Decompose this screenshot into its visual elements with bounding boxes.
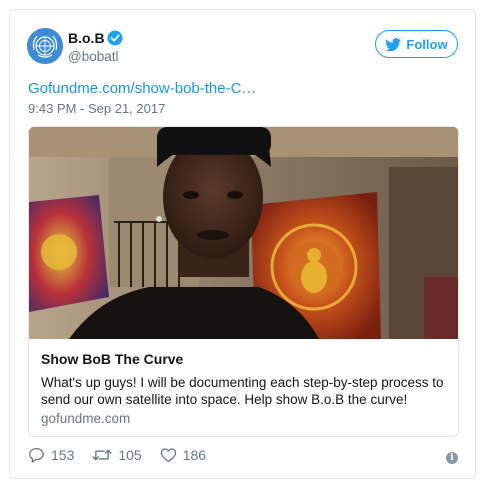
card-image bbox=[29, 127, 458, 339]
card-domain: gofundme.com bbox=[41, 411, 131, 426]
card-description: What's up guys! I will be documenting ea… bbox=[41, 375, 444, 407]
info-icon[interactable]: i bbox=[446, 452, 458, 464]
tweet-link[interactable]: Gofundme.com/show-bob-the-C… bbox=[28, 80, 256, 97]
un-emblem-avatar bbox=[27, 28, 63, 64]
twitter-bird-icon bbox=[385, 37, 401, 51]
author-handle[interactable]: @bobatl bbox=[68, 49, 119, 64]
link-preview-card[interactable]: Show BoB The Curve What's up guys! I wil… bbox=[28, 126, 459, 437]
avatar[interactable] bbox=[27, 28, 63, 64]
retweet-count: 105 bbox=[118, 447, 142, 463]
tweet-actions: 153 105 186 bbox=[28, 447, 224, 463]
like-button[interactable]: 186 bbox=[160, 447, 206, 463]
follow-label: Follow bbox=[406, 36, 448, 52]
tweet-card: B.o.B @bobatl Follow Gofundme.com/show-b… bbox=[9, 9, 476, 479]
author-name[interactable]: B.o.B bbox=[68, 30, 105, 46]
card-title: Show BoB The Curve bbox=[41, 351, 184, 367]
tweet-timestamp[interactable]: 9:43 PM - Sep 21, 2017 bbox=[28, 101, 165, 116]
like-count: 186 bbox=[182, 447, 207, 463]
reply-button[interactable]: 153 bbox=[28, 447, 74, 463]
retweet-icon bbox=[92, 449, 112, 461]
retweet-button[interactable]: 105 bbox=[92, 447, 142, 463]
follow-button[interactable]: Follow bbox=[375, 30, 458, 58]
reply-count: 153 bbox=[51, 447, 75, 463]
reply-icon bbox=[29, 447, 44, 463]
heart-icon bbox=[160, 448, 176, 463]
verified-badge-icon bbox=[107, 30, 123, 46]
